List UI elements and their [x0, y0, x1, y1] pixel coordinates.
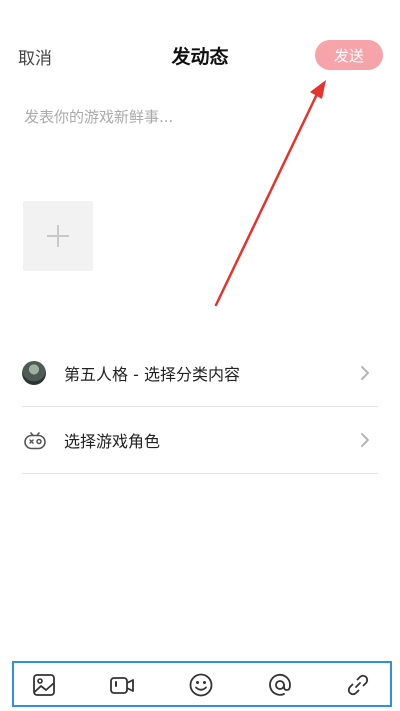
role-selector[interactable]: 选择游戏角色 — [22, 407, 378, 474]
game-avatar — [22, 361, 46, 385]
post-text-input[interactable] — [22, 104, 382, 188]
emoji-icon[interactable] — [187, 671, 215, 699]
chevron-right-icon — [361, 433, 369, 447]
plus-icon-vertical — [57, 225, 59, 247]
video-icon[interactable] — [108, 671, 136, 699]
header: 取消 发动态 发送 — [0, 30, 400, 82]
add-media-button[interactable] — [23, 201, 93, 271]
category-selector[interactable]: 第五人格 - 选择分类内容 — [22, 340, 378, 407]
gamepad-icon — [24, 432, 46, 450]
image-icon[interactable] — [30, 671, 58, 699]
chevron-right-icon — [361, 366, 369, 380]
role-label: 选择游戏角色 — [64, 432, 161, 451]
category-label: 第五人格 - 选择分类内容 — [64, 365, 240, 384]
bottom-toolbar — [12, 661, 392, 707]
send-button[interactable]: 发送 — [315, 40, 383, 70]
mention-icon[interactable] — [266, 671, 294, 699]
link-icon[interactable] — [344, 671, 372, 699]
